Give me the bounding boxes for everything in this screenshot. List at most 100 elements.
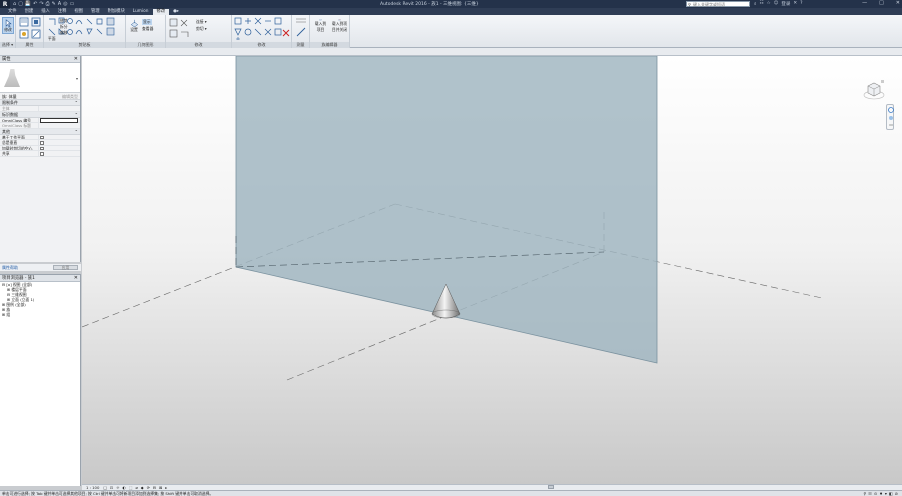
property-key: OmniClass 编号 [2, 117, 31, 122]
cursor-icon [5, 19, 12, 27]
status-tool-icon[interactable]: ◧ [889, 491, 893, 496]
property-value[interactable] [38, 140, 80, 145]
property-value[interactable] [38, 134, 80, 139]
property-value[interactable] [38, 145, 80, 150]
offset-label[interactable]: 偏移 [60, 30, 68, 36]
section-label: 其他 [2, 128, 10, 134]
binoculars-icon[interactable]: ⌕ [754, 1, 757, 7]
load-into-project-button[interactable]: 载入到项目 [312, 17, 329, 34]
show-workplane[interactable]: 显示 [142, 19, 152, 25]
property-section-header[interactable]: 其他 ⌃ [0, 128, 80, 135]
status-tool-icon[interactable]: ⊙ [874, 491, 877, 496]
status-tool-icon[interactable]: ⚲ [863, 491, 866, 496]
type-selector[interactable]: ▾ [0, 63, 80, 93]
edit-type-button[interactable]: 编辑类型 [62, 93, 78, 100]
property-checkbox[interactable] [40, 152, 44, 156]
modify-button[interactable]: 修改 [2, 17, 14, 34]
search-input[interactable]: ⚲ 键入关键字或短语 [686, 1, 750, 7]
subscription-icon[interactable]: ☷ [760, 1, 764, 7]
user-icon[interactable]: ☺ [774, 1, 779, 7]
property-section-header[interactable]: 标识数据 ⌃ [0, 111, 80, 118]
property-value[interactable] [38, 151, 80, 156]
quick-access-icon[interactable]: ↶ [33, 1, 37, 7]
family-category-icon[interactable] [19, 29, 29, 39]
apply-button[interactable]: 应用 [53, 265, 78, 270]
drawing-canvas[interactable] [82, 56, 902, 486]
steering-wheel-icon[interactable] [887, 105, 895, 131]
favorite-icon[interactable]: ☆ [767, 1, 771, 7]
viewcube[interactable] [863, 80, 885, 100]
status-tool-icon[interactable]: ☷ [868, 491, 872, 496]
login-link[interactable]: 登录 [781, 1, 790, 7]
help-icon[interactable]: ? [800, 1, 802, 7]
maximize-button[interactable]: □ [879, 0, 884, 6]
quick-access-icon[interactable]: 💾 [25, 1, 31, 7]
instance-filter[interactable]: 族: 体量 编辑类型 [0, 93, 80, 100]
modify-tools-icon[interactable] [234, 17, 290, 40]
property-key: 总是垂直 [2, 140, 18, 145]
ribbon-group-select: 修改 选择 ▾ [0, 15, 16, 48]
cut-dropdown[interactable]: 剪切 ▾ [196, 26, 207, 32]
quick-access-toolbar: ⌂ ▢ 💾 ↶ ↷ ⎙ ✎ A ◎ ▭ [13, 1, 74, 7]
chevron-up-icon[interactable]: ⌃ [75, 100, 78, 106]
status-tool-icon[interactable]: ⊘ [895, 491, 898, 496]
quick-access-icon[interactable]: ◎ [63, 1, 67, 7]
type-properties-icon[interactable] [31, 29, 41, 39]
quick-access-icon[interactable]: ▭ [70, 1, 75, 7]
set-workplane-button[interactable]: 设置 [128, 17, 140, 34]
window-controls: — □ ✕ [862, 0, 900, 6]
close-icon[interactable]: ✕ [74, 275, 78, 282]
status-text: 单击可进行选择; 按 Tab 键并单击可选择其他项目; 按 Ctrl 键并单击可… [2, 491, 214, 496]
join-dropdown[interactable]: 连接 ▾ [196, 19, 207, 25]
property-checkbox[interactable] [40, 135, 44, 139]
property-section-header[interactable]: 限制条件 ⌃ [0, 100, 80, 106]
viewer-label[interactable]: 查看器 [142, 26, 153, 32]
properties-footer: 属性帮助 应用 [0, 264, 81, 271]
properties-help-link[interactable]: 属性帮助 [2, 265, 18, 270]
browser-title: 项目浏览器 - 族1 [2, 276, 35, 281]
chevron-up-icon[interactable]: ⌃ [75, 112, 78, 118]
chevron-up-icon[interactable]: ⌃ [75, 129, 78, 135]
load-into-project-label: 载入到项目 [314, 21, 327, 32]
app-logo[interactable]: R [0, 0, 10, 8]
close-icon[interactable]: ✕ [74, 56, 78, 63]
project-browser: 项目浏览器 - 族1 ✕ ⊟ [o] 视图 (全部) ⊞ 楼层平面 ⊟ 三维视图 ⊞ … [0, 274, 81, 486]
family-types-icon[interactable] [31, 17, 41, 27]
search-icon: ⚲ [688, 2, 691, 7]
ribbon-group-family-editor: 载入到项目 载入到项目并关闭 族编辑器 [310, 15, 350, 48]
search-placeholder: 键入关键字或短语 [693, 2, 725, 7]
property-value[interactable] [38, 117, 80, 123]
horizontal-scrollbar-thumb[interactable] [548, 485, 554, 489]
properties-icon[interactable] [19, 17, 29, 27]
minimize-button[interactable]: — [862, 0, 867, 6]
property-key: OmniClass 标题 [2, 123, 31, 128]
load-and-close-button[interactable]: 载入到项目并关闭 [330, 17, 349, 34]
close-button[interactable]: ✕ [896, 0, 900, 6]
property-key: 加载时剪切的空心 [2, 145, 33, 150]
quick-access-icon[interactable]: ⎙ [46, 1, 50, 7]
exchange-icon[interactable]: ✕ [793, 1, 797, 7]
measure-icon[interactable] [295, 18, 307, 38]
property-checkbox[interactable] [40, 141, 44, 145]
status-tool-icon[interactable]: ♦ [879, 491, 883, 496]
quick-access-icon[interactable]: ▢ [18, 1, 23, 7]
property-key: 共享 [2, 151, 10, 156]
quick-access-icon[interactable]: A [58, 1, 61, 7]
ribbon-group-modify: 修改 [232, 15, 292, 48]
quick-access-icon[interactable]: ✎ [52, 1, 56, 7]
chevron-down-icon[interactable]: ▾ [76, 76, 78, 81]
property-checkbox[interactable] [40, 146, 44, 150]
grid-plane-icon [130, 19, 138, 27]
browser-tree-item[interactable]: ⊞ 组 [2, 312, 80, 317]
ribbon-group-workplane: 设置 显示 查看器 几何图形 [126, 15, 166, 48]
navigation-bar[interactable] [886, 104, 894, 130]
geometry-tools-icon[interactable] [169, 18, 193, 40]
family-thumbnail [4, 69, 20, 87]
property-input[interactable] [40, 118, 78, 123]
quick-access-icon[interactable]: ↷ [39, 1, 43, 7]
title-right-tools: ⌕ ☷ ☆ ☺ 登录 ✕ ? [754, 1, 803, 7]
draw-tools-icon[interactable] [47, 17, 123, 39]
status-bar: 单击可进行选择; 按 Tab 键并单击可选择其他项目; 按 Ctrl 键并单击可… [0, 490, 902, 496]
quick-access-icon[interactable]: ⌂ [13, 1, 16, 7]
status-tool-icon[interactable]: ▾ [885, 491, 887, 496]
